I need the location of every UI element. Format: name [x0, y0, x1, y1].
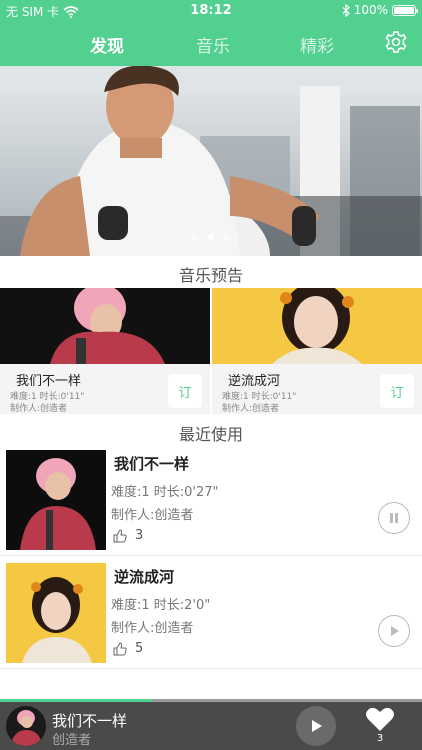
carousel-dots [0, 234, 422, 240]
bluetooth-icon [342, 3, 350, 17]
tab-discover[interactable]: 发现 [90, 32, 124, 57]
play-icon [391, 626, 399, 636]
battery-percent: 100% [353, 3, 388, 17]
play-button[interactable] [378, 615, 410, 647]
recent-section-title: 最近使用 [178, 425, 243, 444]
player-song-title: 我们不一样 [52, 712, 128, 730]
preview-title: 逆流成河 [228, 374, 281, 389]
subscribe-button[interactable]: 订 [168, 374, 202, 408]
player-play-button[interactable] [296, 706, 336, 746]
preview-card[interactable]: 逆流成河 难度:1 时长:0'11" 制作人:创造者 订 [212, 288, 422, 414]
song-title: 逆流成河 [114, 568, 175, 586]
status-bar: 无 SIM 卡 18:12 100% [0, 0, 422, 22]
mini-player[interactable]: 我们不一样 创造者 3 [0, 702, 422, 750]
preview-cover [0, 288, 210, 364]
like-count-value: 5 [135, 641, 144, 656]
player-artist: 创造者 [52, 733, 92, 748]
like-count[interactable]: 3 [113, 528, 143, 543]
like-count[interactable]: 5 [113, 641, 143, 656]
song-info: 难度:1 时长:0'27" [111, 485, 219, 500]
list-item[interactable]: 我们不一样 难度:1 时长:0'27" 制作人:创造者 3 [0, 444, 422, 556]
favorite-count: 3 [376, 733, 384, 744]
thumbs-up-icon [113, 528, 127, 542]
banner-carousel[interactable] [0, 66, 422, 256]
carousel-dot-active[interactable] [208, 234, 214, 240]
preview-card[interactable]: 我们不一样 难度:1 时长:0'11" 制作人:创造者 订 [0, 288, 210, 414]
app-header: 无 SIM 卡 18:12 100% 发现 音乐 精彩 [0, 0, 422, 66]
tab-music[interactable]: 音乐 [196, 32, 230, 57]
preview-cover [212, 288, 422, 364]
like-count-value: 3 [135, 528, 144, 543]
top-nav: 发现 音乐 精彩 [0, 22, 422, 66]
pause-icon [390, 513, 398, 523]
song-info: 难度:1 时长:2'0" [111, 598, 211, 613]
play-icon [312, 720, 322, 732]
song-creator: 制作人:创造者 [111, 508, 194, 523]
song-creator: 制作人:创造者 [111, 621, 194, 636]
preview-creator: 制作人:创造者 [222, 404, 280, 414]
pause-button[interactable] [378, 502, 410, 534]
carousel-dot[interactable] [224, 234, 230, 240]
thumbs-up-icon [113, 641, 127, 655]
preview-title: 我们不一样 [16, 374, 82, 389]
song-cover [6, 450, 106, 550]
tab-highlights[interactable]: 精彩 [300, 32, 334, 57]
gear-icon[interactable] [384, 30, 408, 54]
avatar [6, 706, 46, 746]
carousel-dot[interactable] [192, 234, 198, 240]
subscribe-button[interactable]: 订 [380, 374, 414, 408]
song-title: 我们不一样 [114, 455, 190, 473]
preview-creator: 制作人:创造者 [10, 404, 68, 414]
banner-image [0, 66, 422, 256]
list-item[interactable]: 逆流成河 难度:1 时长:2'0" 制作人:创造者 5 [0, 557, 422, 669]
battery-icon [392, 4, 418, 16]
heart-icon[interactable] [365, 706, 395, 732]
song-cover [6, 563, 106, 663]
preview-section-title: 音乐预告 [178, 266, 243, 285]
